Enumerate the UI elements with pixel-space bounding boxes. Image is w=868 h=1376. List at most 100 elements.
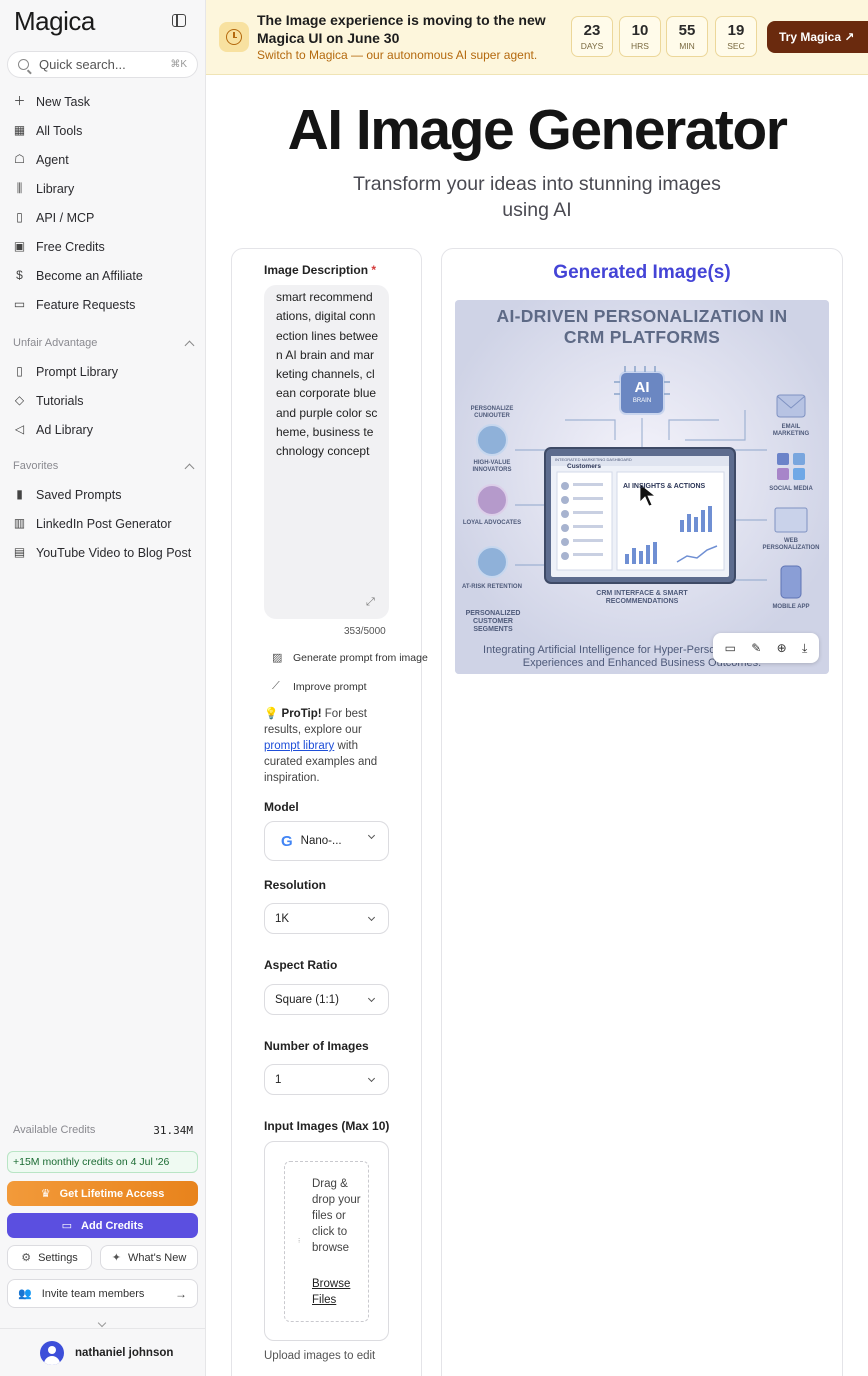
search-placeholder: Quick search...	[39, 57, 126, 72]
channel-label-email: EMAIL MARKETING	[772, 424, 810, 437]
nav-all-tools[interactable]: ▦ All Tools	[0, 116, 206, 145]
invite-team-button[interactable]: 👥 Invite team members →	[7, 1279, 198, 1308]
number-of-images-label: Number of Images	[264, 1039, 369, 1053]
magic-wand-icon: ⟋	[272, 680, 280, 692]
persona-label-1: PERSONALIZE CUNIOUTER	[470, 406, 514, 419]
nav-library[interactable]: ⫼ Library	[0, 174, 206, 203]
add-credits-button[interactable]: ▭ Add Credits	[7, 1213, 198, 1238]
browse-files-link[interactable]: Browse Files	[312, 1276, 362, 1308]
crown-icon: ♛	[40, 1188, 51, 1200]
unfair-advantage-header[interactable]: Unfair Advantage	[0, 329, 206, 357]
countdown-seconds: 19 SEC	[715, 16, 757, 57]
credits-value: 31.34M	[153, 1124, 193, 1137]
favorites-header[interactable]: Favorites	[0, 452, 206, 480]
channel-label-web: WEB PERSONALIZATION	[762, 538, 820, 551]
screen-header: INTEGRATED MARKETING DASHBOARD	[555, 457, 632, 462]
resolution-label: Resolution	[264, 878, 326, 892]
monthly-credits-note: +15M monthly credits on 4 Jul '26	[7, 1151, 198, 1173]
try-magica-button[interactable]: Try Magica ↗	[767, 21, 868, 53]
description-textarea[interactable]: smart recommendations, digital connectio…	[264, 285, 389, 619]
logo[interactable]: Magica	[14, 6, 95, 37]
search-icon	[18, 59, 29, 70]
improve-prompt-button[interactable]: ⟋ Improve prompt	[272, 680, 367, 693]
book-icon: ▯	[16, 210, 23, 224]
screen-title: Customers	[567, 463, 601, 470]
document-icon: ▤	[13, 545, 26, 559]
user-profile[interactable]: nathaniel johnson	[0, 1328, 206, 1376]
persona-label-5: PERSONALIZED CUSTOMER SEGMENTS	[465, 610, 521, 633]
migration-banner: The Image experience is moving to the ne…	[206, 0, 868, 75]
screen-panel: AI INSIGHTS & ACTIONS	[623, 483, 706, 490]
feedback-icon: ▭	[13, 297, 26, 311]
edit-icon[interactable]: ✎	[751, 641, 761, 655]
nav-prompt-library[interactable]: ▯ Prompt Library	[0, 357, 206, 386]
settings-button[interactable]: ⚙ Settings	[7, 1245, 92, 1270]
nav-api-mcp[interactable]: ▯ API / MCP	[0, 203, 206, 232]
upload-note: Upload images to edit	[264, 1350, 376, 1362]
chevron-up-icon	[184, 463, 195, 473]
chevron-down-icon	[367, 994, 376, 1003]
user-name: nathaniel johnson	[75, 1346, 174, 1359]
image-headline: AI-DRIVEN PERSONALIZATION IN CRM PLATFOR…	[496, 306, 788, 347]
protip: 💡 ProTip! For best results, explore our …	[264, 708, 378, 784]
chevron-down-icon	[367, 913, 376, 922]
dropzone-text: Drag & drop your files or click to brows…	[312, 1178, 361, 1254]
sidebar: Magica Quick search... ⌘K ＋ New Task ▦ All…	[0, 0, 206, 1376]
generated-image[interactable]: AI-DRIVEN PERSONALIZATION IN CRM PLATFOR…	[455, 300, 829, 674]
nav-linkedin-post-generator[interactable]: ▥ LinkedIn Post Generator	[0, 509, 206, 538]
library-icon: ⫼	[16, 181, 23, 195]
chevron-up-icon	[184, 340, 195, 350]
input-images-label: Input Images (Max 10)	[264, 1119, 390, 1133]
nav-tutorials[interactable]: ◇ Tutorials	[0, 386, 206, 415]
robot-icon: ☖	[14, 152, 25, 166]
generated-images-title: Generated Image(s)	[553, 262, 731, 283]
megaphone-icon: ◁	[14, 422, 25, 436]
model-label: Model	[264, 800, 299, 814]
whats-new-button[interactable]: ✦ What's New	[100, 1245, 198, 1270]
nav-affiliate[interactable]: $ Become an Affiliate	[0, 261, 206, 290]
aspect-ratio-select[interactable]: Square (1:1)	[264, 984, 389, 1015]
nav-new-task[interactable]: ＋ New Task	[0, 87, 206, 116]
video-icon[interactable]: ▭	[725, 641, 736, 655]
screen-caption: CRM INTERFACE & SMART RECOMMENDATIONS	[596, 590, 688, 605]
chevron-down-icon	[367, 1074, 376, 1083]
upload-icon: ⁝	[298, 1238, 301, 1245]
expand-icon[interactable]: ⤢	[366, 596, 378, 608]
nav-agent[interactable]: ☖ Agent	[0, 145, 206, 174]
banner-title: The Image experience is moving to the ne…	[257, 12, 546, 46]
users-icon: 👥	[18, 1288, 32, 1300]
nav-free-credits[interactable]: ▣ Free Credits	[0, 232, 206, 261]
book-open-icon: ▯	[16, 364, 23, 378]
page-title: AI Image Generator	[287, 98, 788, 162]
nav-saved-prompts[interactable]: ▮ Saved Prompts	[0, 480, 206, 509]
required-marker: *	[371, 263, 377, 277]
number-of-images-select[interactable]: 1	[264, 1064, 389, 1095]
chevron-down-icon[interactable]	[97, 1318, 107, 1328]
model-select[interactable]: G Nano-...	[264, 821, 389, 861]
arrow-right-icon: →	[175, 1286, 187, 1301]
persona-label-4: AT-RISK RETENTION	[462, 584, 522, 590]
main-nav: ＋ New Task ▦ All Tools ☖ Agent ⫼ Library ▯ AP…	[0, 87, 206, 319]
page-subtitle: Transform your ideas into stunning image…	[353, 173, 721, 221]
channel-label-mobile: MOBILE APP	[772, 604, 810, 610]
resolution-select[interactable]: 1K	[264, 903, 389, 934]
prompt-library-link[interactable]: prompt library	[264, 740, 334, 752]
char-count: 353/5000	[344, 626, 386, 637]
get-lifetime-access-button[interactable]: ♛ Get Lifetime Access	[7, 1181, 198, 1206]
generate-prompt-from-image-button[interactable]: ▨ Generate prompt from image	[272, 651, 428, 665]
gift-icon: ▣	[13, 239, 26, 253]
nav-feature-requests[interactable]: ▭ Feature Requests	[0, 290, 206, 319]
persona-label-3: LOYAL ADVOCATES	[462, 520, 522, 526]
countdown-minutes: 55 MIN	[666, 16, 708, 57]
banner-subtitle: Switch to Magica — our autonomous AI sup…	[257, 48, 538, 62]
google-icon: G	[281, 832, 293, 850]
quick-search[interactable]: Quick search... ⌘K	[7, 51, 198, 78]
nav-youtube-to-blog[interactable]: ▤ YouTube Video to Blog Post	[0, 538, 206, 567]
brain-sublabel: BRAIN	[632, 398, 652, 404]
download-icon[interactable]: ⤓	[802, 641, 807, 656]
zoom-icon[interactable]: ⊕	[777, 641, 787, 655]
nav-ad-library[interactable]: ◁ Ad Library	[0, 415, 206, 444]
lightbulb-icon: 💡	[264, 708, 279, 720]
sidebar-toggle-icon[interactable]	[172, 14, 186, 27]
image-actions-toolbar: ▭ ✎ ⊕ ⤓	[713, 633, 819, 663]
